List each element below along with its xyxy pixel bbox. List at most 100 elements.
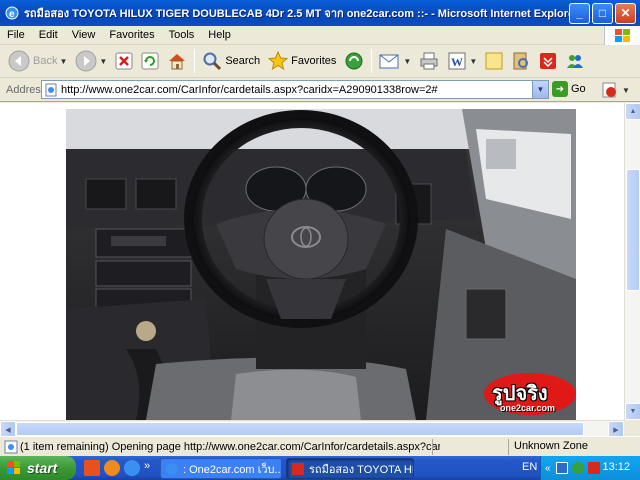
- tray-icon-network[interactable]: [555, 462, 568, 474]
- page-content: รูปจริง one2car.com: [0, 103, 624, 420]
- security-zone: Unknown Zone: [514, 440, 588, 452]
- chevron-down-icon[interactable]: ▼: [469, 57, 477, 66]
- watermark-sub: one2car.com: [500, 403, 556, 413]
- vertical-scrollbar[interactable]: ▲ ▼: [624, 103, 640, 420]
- note-icon: [485, 52, 503, 70]
- svg-text:e: e: [9, 9, 15, 20]
- toolbar-extra-button[interactable]: [535, 47, 561, 75]
- address-url[interactable]: http://www.one2car.com/CarInfor/cardetai…: [61, 84, 532, 96]
- car-interior-photo: รูปจริง one2car.com: [66, 109, 576, 420]
- menu-help[interactable]: Help: [201, 29, 238, 41]
- tray-icon-shield[interactable]: [587, 462, 600, 474]
- address-bar: Address http://www.one2car.com/CarInfor/…: [0, 78, 640, 102]
- tray-icon-volume[interactable]: [571, 462, 584, 474]
- horizontal-scrollbar[interactable]: ◀ ▶: [0, 420, 624, 438]
- mail-icon: [379, 54, 399, 69]
- stop-icon: [115, 52, 133, 70]
- back-label: Back: [33, 55, 58, 67]
- menu-view[interactable]: View: [65, 29, 103, 41]
- ie-quicklaunch-icon[interactable]: [124, 460, 140, 476]
- search-label: Search: [225, 55, 261, 67]
- word-icon: W: [448, 52, 466, 70]
- go-label: Go: [571, 83, 586, 95]
- title-bar: e รถมือสอง TOYOTA HILUX TIGER DOUBLECAB …: [0, 0, 640, 26]
- tray-expand-icon[interactable]: «: [545, 463, 551, 474]
- svg-text:W: W: [451, 55, 463, 69]
- quicklaunch-more-icon[interactable]: »: [144, 460, 152, 476]
- start-label: start: [27, 460, 58, 476]
- ie-page-icon: [166, 462, 178, 475]
- office-icon[interactable]: [84, 460, 100, 476]
- chevron-down-icon[interactable]: ▼: [99, 57, 107, 66]
- page-icon: [45, 83, 57, 96]
- refresh-button[interactable]: [137, 47, 163, 75]
- home-icon: [169, 54, 186, 70]
- go-arrow-icon: ➜: [552, 81, 568, 97]
- start-button[interactable]: start: [0, 456, 76, 480]
- system-tray: « 13:12: [540, 456, 640, 480]
- addon-icon: [602, 82, 616, 98]
- media-button[interactable]: [340, 47, 368, 75]
- h-scroll-thumb[interactable]: [16, 422, 584, 436]
- search-button[interactable]: Search: [198, 47, 264, 75]
- menu-favorites[interactable]: Favorites: [102, 29, 161, 41]
- toolbar: Back ▼ ▼ Search Favorites ▼ W ▼: [0, 45, 640, 78]
- star-icon: [268, 51, 289, 71]
- task-label: : One2car.com เว็บ...: [183, 463, 282, 476]
- scroll-up-button[interactable]: ▲: [625, 103, 640, 120]
- ie-icon: e: [5, 6, 19, 20]
- windows-logo-icon: [7, 461, 20, 474]
- close-button[interactable]: ✕: [615, 2, 636, 24]
- chevron-down-icon[interactable]: ▼: [532, 81, 548, 98]
- minimize-button[interactable]: _: [569, 2, 590, 24]
- address-input[interactable]: http://www.one2car.com/CarInfor/cardetai…: [41, 80, 549, 99]
- scroll-down-button[interactable]: ▼: [625, 403, 640, 420]
- chevron-down-icon[interactable]: ▼: [622, 86, 630, 95]
- refresh-icon: [141, 52, 159, 70]
- taskbar-item-active[interactable]: รถมือสอง TOYOTA HI...: [286, 458, 414, 479]
- go-button[interactable]: ➜ Go: [552, 81, 586, 97]
- watermark-badge: รูปจริง one2car.com: [482, 371, 576, 417]
- firefox-icon[interactable]: [104, 460, 120, 476]
- addon-button[interactable]: ▼: [600, 81, 636, 99]
- forward-button[interactable]: ▼: [71, 47, 111, 75]
- printer-icon: [420, 52, 438, 70]
- language-indicator[interactable]: EN: [522, 461, 537, 473]
- menu-tools[interactable]: Tools: [162, 29, 202, 41]
- menu-file[interactable]: File: [0, 29, 32, 41]
- clock: 13:12: [602, 461, 630, 473]
- chevron-down-icon[interactable]: ▼: [403, 57, 411, 66]
- status-text: (1 item remaining) Opening page http://w…: [20, 440, 440, 453]
- scroll-thumb[interactable]: [626, 169, 640, 291]
- toolbar-separator: [194, 49, 196, 73]
- print-button[interactable]: [415, 47, 443, 75]
- status-bar: (1 item remaining) Opening page http://w…: [0, 436, 640, 456]
- edit-button[interactable]: W ▼: [443, 47, 481, 75]
- stop-button[interactable]: [111, 47, 137, 75]
- ie-page-icon: [292, 462, 304, 475]
- discuss-button[interactable]: [481, 47, 507, 75]
- taskbar-item-one2car[interactable]: : One2car.com เว็บ...: [160, 458, 282, 479]
- menu-bar: File Edit View Favorites Tools Help: [0, 26, 640, 45]
- red-square-icon: [540, 53, 557, 69]
- toolbar-separator: [371, 49, 373, 73]
- task-label: รถมือสอง TOYOTA HI...: [309, 463, 414, 476]
- home-button[interactable]: [163, 47, 191, 75]
- messenger-icon: [567, 55, 584, 68]
- status-divider: [508, 439, 509, 455]
- window-title: รถมือสอง TOYOTA HILUX TIGER DOUBLECAB 4D…: [24, 8, 569, 20]
- mail-button[interactable]: ▼: [375, 47, 415, 75]
- back-button[interactable]: Back ▼: [4, 47, 71, 75]
- chevron-down-icon[interactable]: ▼: [59, 57, 67, 66]
- forward-arrow-icon: [75, 50, 97, 72]
- messenger-button[interactable]: [561, 47, 589, 75]
- favorites-button[interactable]: Favorites: [264, 47, 340, 75]
- research-button[interactable]: [507, 47, 535, 75]
- media-icon: [345, 52, 363, 70]
- maximize-button[interactable]: □: [592, 2, 613, 24]
- address-label: Address: [6, 83, 47, 96]
- research-icon: [513, 52, 529, 70]
- loading-page-icon: [4, 440, 18, 454]
- scroll-corner: [624, 420, 640, 436]
- menu-edit[interactable]: Edit: [32, 29, 65, 41]
